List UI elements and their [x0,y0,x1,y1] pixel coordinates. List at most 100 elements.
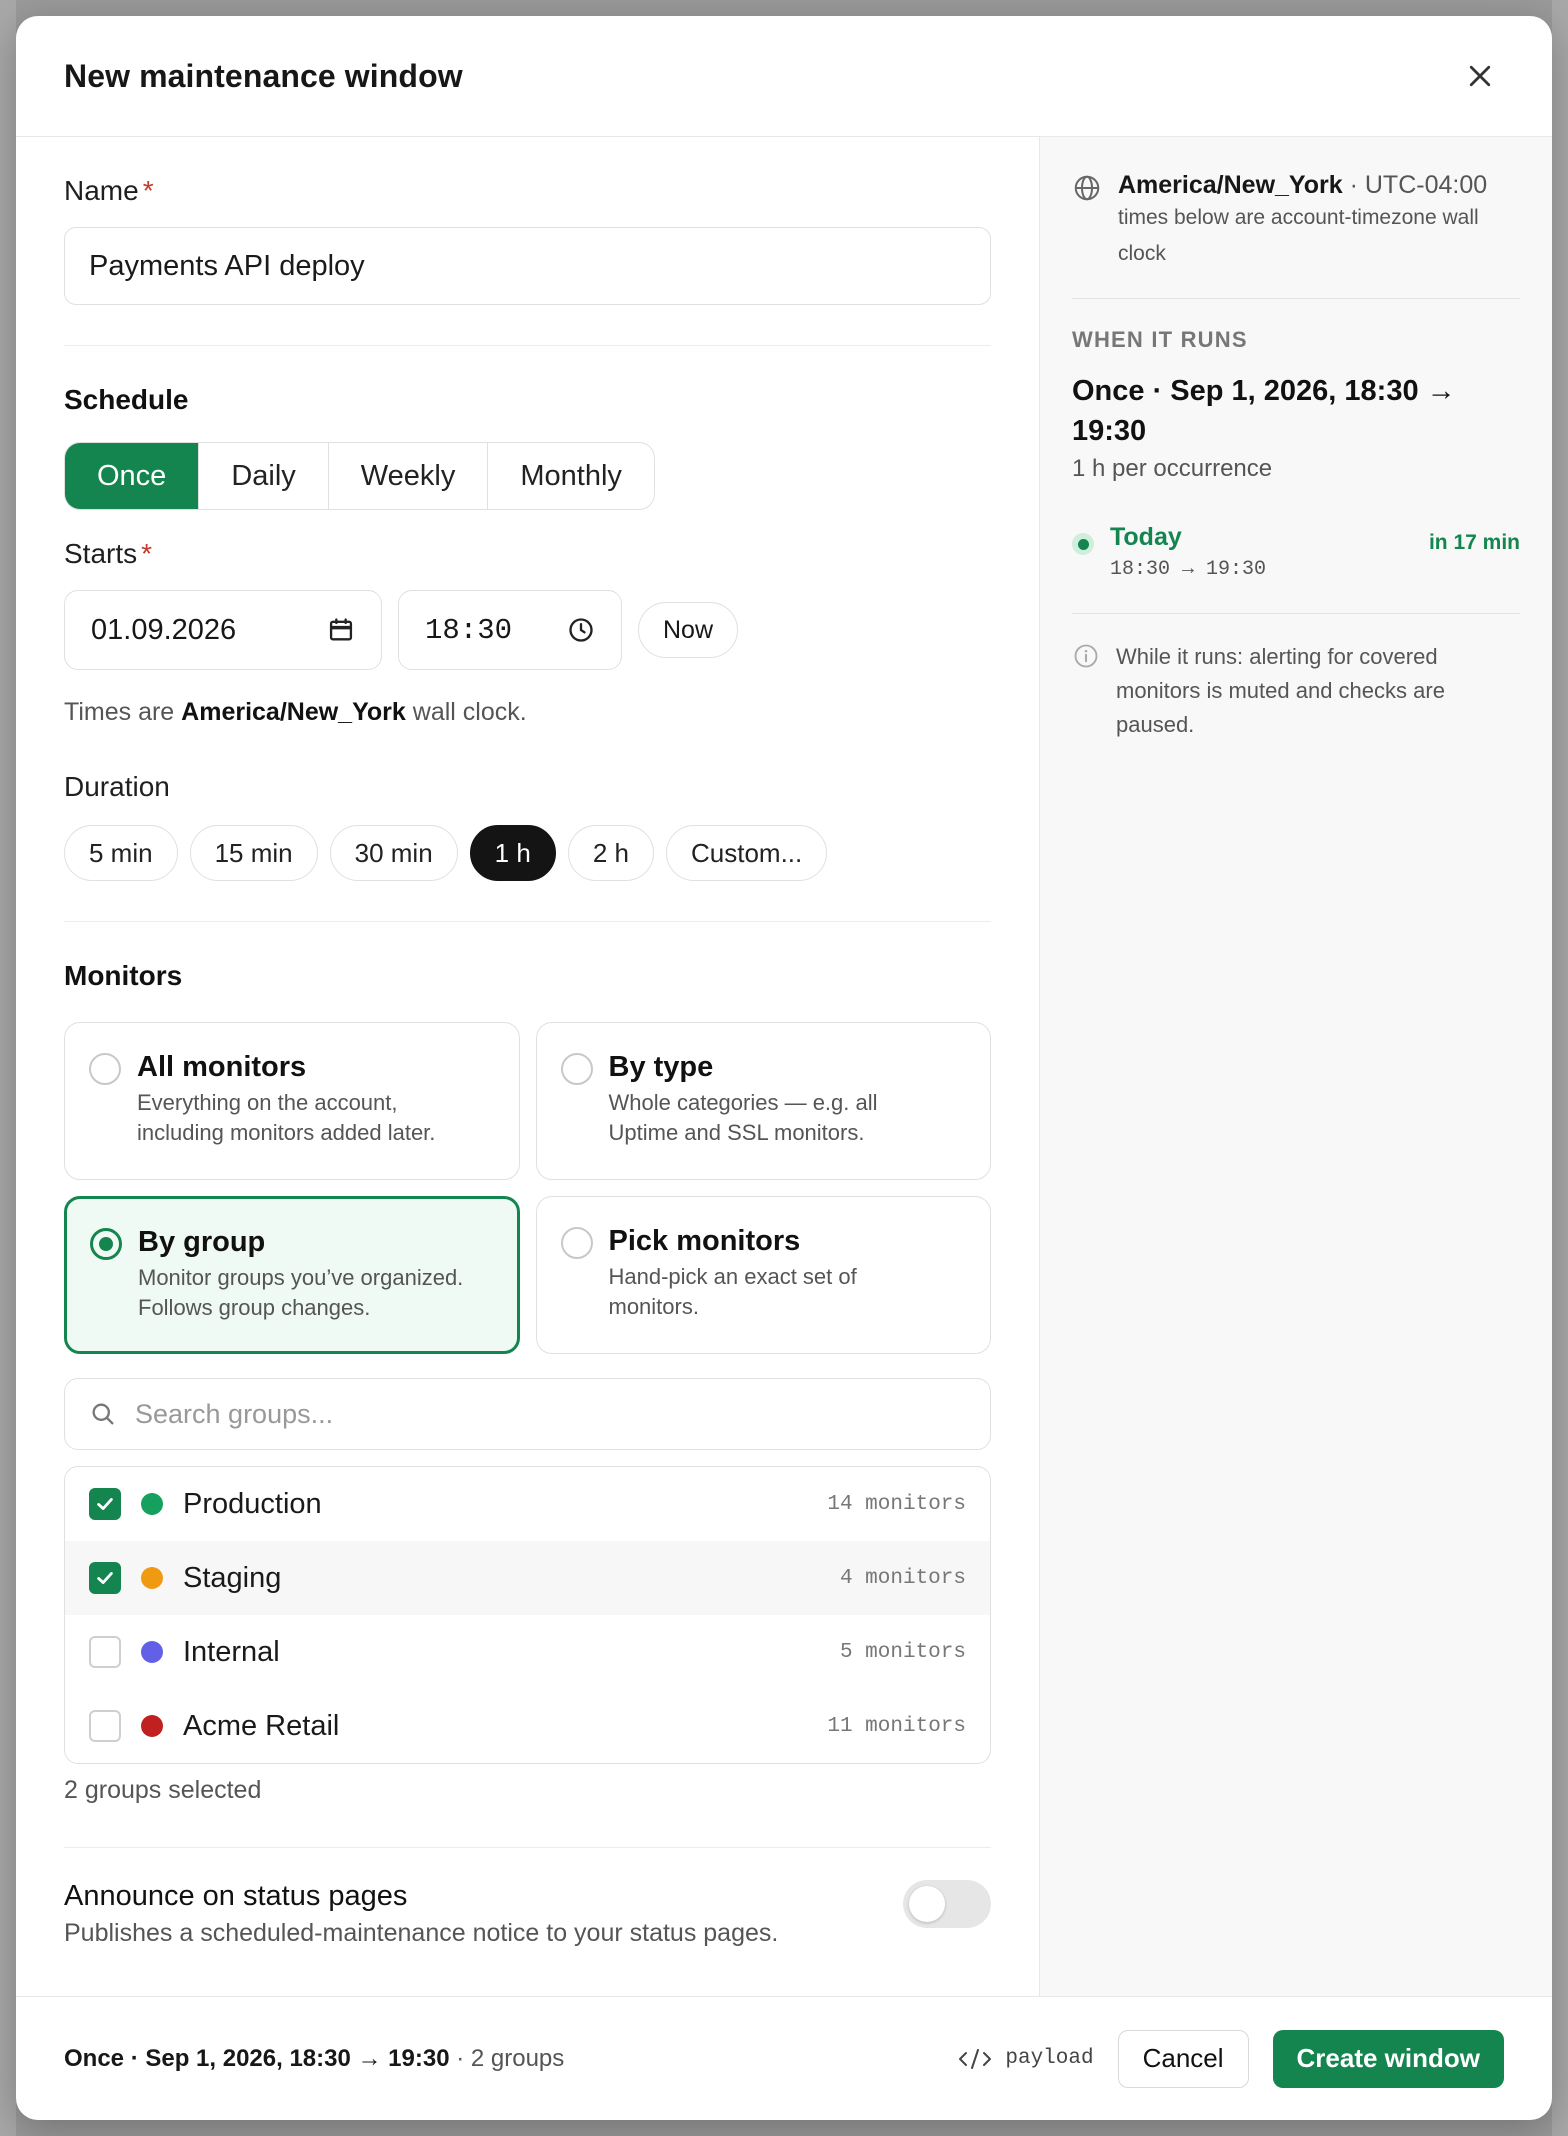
group-count: 11 monitors [827,1714,966,1738]
schedule-weekly[interactable]: Weekly [329,443,489,509]
duration-2h[interactable]: 2 h [567,825,654,881]
group-color-dot [141,1567,163,1589]
radio-all-monitors[interactable] [89,1053,121,1085]
group-count: 4 monitors [839,1566,966,1590]
occurrence-label: Today [1110,523,1182,551]
when-line: Once · Sep 1, 2026, 18:30 → [1072,375,1456,407]
checkbox-internal[interactable] [89,1636,121,1668]
name-label-text: Name [64,175,139,206]
card-desc: Monitor groups you’ve organized. [138,1265,464,1290]
timezone-info: America/New_York · UTC-04:00 times below… [1072,171,1520,272]
group-row-internal[interactable]: Internal 5 monitors [65,1615,990,1689]
group-color-dot [141,1641,163,1663]
form-panel: Name * Payments API deploy Schedule Once … [16,137,1040,1996]
calendar-icon [329,618,353,641]
duration-5min[interactable]: 5 min [64,825,178,881]
scope-by-group[interactable]: By group Monitor groups you’ve organized… [64,1196,520,1354]
radio-pick-monitors[interactable] [560,1227,593,1259]
schedule-segmented-control: Once Daily Weekly Monthly [64,442,655,510]
card-title: By type [608,1051,714,1083]
code-icon [959,2048,992,2069]
name-input[interactable]: Payments API deploy [64,227,991,305]
required-mark: * [141,538,153,569]
card-desc: Everything on the account, [137,1090,398,1115]
tz-note-prefix: Times are [64,698,182,726]
announce-toggle[interactable] [903,1880,991,1928]
card-desc: including monitors added later. [137,1120,436,1145]
search-placeholder: Search groups... [135,1398,334,1429]
clock-icon [569,618,593,642]
scope-all-monitors[interactable]: All monitors Everything on the account, … [64,1022,520,1180]
occurrence-eta: in 17 min [1428,531,1520,554]
announce-title: Announce on status pages [64,1880,408,1912]
required-mark: * [142,175,154,206]
group-list: Production 14 monitors Staging 4 monitor… [64,1466,991,1764]
footer-summary: Once · Sep 1, 2026, 18:30 → 19:30 · 2 gr… [64,2045,564,2073]
date-input[interactable]: 01.09.2026 [64,590,382,670]
sidebar-tz-note: clock [1118,242,1166,265]
per-occurrence: 1 h per occurrence [1072,455,1273,482]
tz-note-suffix: wall clock. [405,698,527,726]
sidebar-tz-note: times below are account-timezone wall [1118,206,1479,229]
time-input[interactable]: 18:30 [398,590,622,670]
duration-custom[interactable]: Custom... [665,825,828,881]
checkbox-staging[interactable] [89,1562,121,1594]
create-window-button[interactable]: Create window [1272,2029,1504,2088]
duration-30min[interactable]: 30 min [329,825,458,881]
close-button[interactable] [1456,52,1504,100]
info-line: While it runs: alerting for covered [1116,644,1438,669]
name-label: Name * [64,175,991,207]
card-desc: Follows group changes. [138,1295,371,1320]
card-title: Pick monitors [608,1225,801,1257]
card-desc: Hand-pick an exact set of [608,1264,857,1289]
checkbox-production[interactable] [89,1488,121,1520]
occurrence-range: 18:30 → 19:30 [1110,558,1267,581]
card-desc: monitors. [608,1294,699,1319]
scope-pick-monitors[interactable]: Pick monitors Hand-pick an exact set of … [535,1196,991,1354]
group-name: Internal [183,1635,280,1668]
time-value: 18:30 [425,613,513,647]
duration-options: 5 min 15 min 30 min 1 h 2 h Custom... [64,825,991,881]
group-search-field[interactable]: Search groups... [64,1378,991,1450]
tz-note-name: America/New_York [181,698,406,726]
group-color-dot [141,1715,163,1737]
group-count: 14 monitors [827,1492,966,1516]
duration-15min[interactable]: 15 min [189,825,318,881]
group-color-dot [141,1493,163,1515]
sidebar-tz-name: America/New_York [1118,171,1343,199]
check-icon [97,1498,113,1510]
schedule-daily[interactable]: Daily [199,443,329,509]
globe-icon [1074,175,1100,201]
payload-button[interactable]: payload [957,2047,1094,2071]
groups-selected-summary: 2 groups selected [64,1776,262,1804]
info-line: paused. [1116,712,1195,737]
now-button[interactable]: Now [638,602,739,658]
scope-by-type[interactable]: By type Whole categories — e.g. all Upti… [535,1022,991,1180]
cancel-button[interactable]: Cancel [1117,2029,1249,2088]
check-icon [97,1572,113,1584]
summary-panel: America/New_York · UTC-04:00 times below… [1040,137,1552,1996]
announce-section: Announce on status pages Publishes a sch… [64,1880,991,1948]
footer-summary-rest: · 2 groups [449,2044,565,2072]
footer-summary-bold: Once · Sep 1, 2026, 18:30 → 19:30 [64,2044,450,2072]
announce-desc: Publishes a scheduled-maintenance notice… [64,1919,779,1947]
payload-label: payload [1005,2047,1094,2070]
radio-by-group[interactable] [90,1228,122,1260]
radio-by-type[interactable] [560,1053,593,1085]
card-desc: Uptime and SSL monitors. [608,1120,865,1145]
when-summary: Once · Sep 1, 2026, 18:30 → 19:30 [1072,371,1520,451]
checkbox-acme-retail[interactable] [89,1710,121,1742]
group-row-acme-retail[interactable]: Acme Retail 11 monitors [65,1689,990,1763]
group-row-production[interactable]: Production 14 monitors [65,1467,990,1541]
maintenance-modal: New maintenance window Name * Payments AP… [16,16,1552,2120]
schedule-heading: Schedule [64,384,189,415]
schedule-monthly[interactable]: Monthly [488,443,654,509]
group-row-staging[interactable]: Staging 4 monitors [65,1541,990,1615]
when-it-runs-heading: WHEN IT RUNS [1072,327,1248,352]
info-icon [1074,644,1098,668]
schedule-once[interactable]: Once [65,443,200,509]
duration-1h[interactable]: 1 h [469,825,556,881]
date-value: 01.09.2026 [91,613,237,646]
next-occurrence: Today 18:30 → 19:30 in 17 min [1072,523,1520,581]
starts-label-text: Starts [64,538,138,569]
